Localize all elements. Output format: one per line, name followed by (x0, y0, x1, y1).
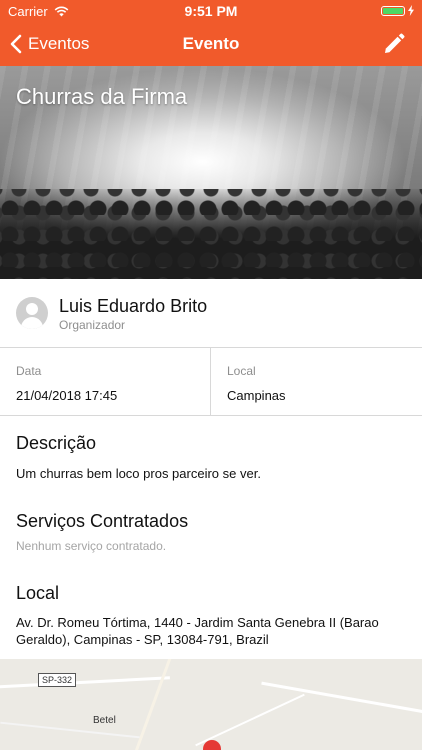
location-label: Local (227, 364, 256, 378)
chevron-left-icon (10, 34, 22, 54)
date-label: Data (16, 364, 42, 378)
road-shield: SP-332 (38, 673, 77, 687)
back-button-label: Eventos (28, 34, 90, 53)
location-value: Campinas (227, 388, 286, 403)
status-bar: Carrier 9:51 PM (0, 0, 422, 22)
date-cell: Data 21/04/2018 17:45 (0, 348, 211, 415)
location-cell: Local Campinas (211, 348, 422, 415)
organizer-row: Luis Eduardo Brito Organizador (0, 279, 422, 348)
description-heading: Descrição (16, 433, 97, 453)
user-placeholder-icon (16, 297, 48, 329)
pencil-icon (385, 33, 405, 53)
battery-icon (381, 5, 414, 16)
address-heading: Local (16, 583, 60, 603)
address-line-1: Av. Dr. Romeu Tórtima, 1440 - Jardim San… (16, 615, 379, 630)
description-text: Um churras bem loco pros parceiro se ver… (16, 466, 261, 481)
event-cover-image: Churras da Firma (0, 66, 422, 279)
organizer-role: Organizador (59, 318, 126, 332)
address-text: Av. Dr. Romeu Tórtima, 1440 - Jardim San… (16, 614, 406, 648)
charging-bolt-icon (408, 5, 414, 16)
edit-button[interactable] (382, 32, 406, 56)
services-heading: Serviços Contratados (16, 511, 189, 531)
back-button[interactable]: Eventos (10, 22, 89, 66)
address-line-2: Geraldo), Campinas - SP, 13084-791, Braz… (16, 632, 269, 647)
location-map[interactable]: SP-332 Betel (0, 659, 422, 750)
nav-bar: Eventos Evento (0, 22, 422, 66)
event-info-row: Data 21/04/2018 17:45 Local Campinas (0, 348, 422, 416)
event-title: Churras da Firma (16, 84, 188, 109)
organizer-name: Luis Eduardo Brito (59, 296, 208, 316)
services-empty-text: Nenhum serviço contratado. (16, 539, 167, 553)
map-pin-icon (203, 740, 221, 750)
map-place-label: Betel (93, 715, 116, 726)
date-value: 21/04/2018 17:45 (16, 388, 118, 403)
status-time: 9:51 PM (184, 3, 238, 19)
